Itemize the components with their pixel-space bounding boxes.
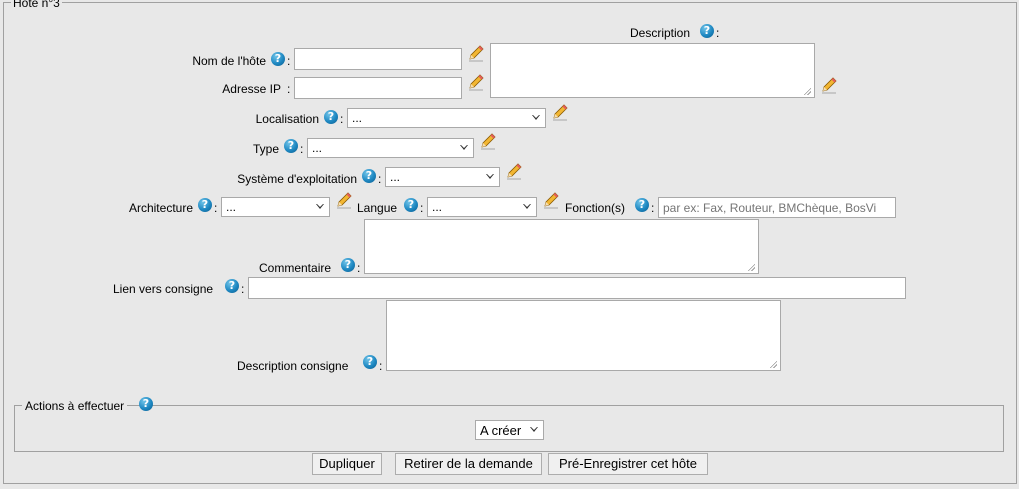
host-legend: Hôte n°3 [11, 0, 62, 10]
instruction-link-input[interactable] [248, 277, 906, 299]
os-colon: : [378, 172, 382, 186]
instruction-link-help-icon[interactable]: ? [225, 279, 239, 293]
description-colon: : [716, 26, 720, 40]
action-selected-value: A créer [480, 423, 522, 438]
hostname-colon: : [287, 54, 291, 68]
resize-grip-icon[interactable] [803, 87, 811, 95]
os-edit-pencil-icon[interactable] [505, 162, 523, 180]
pre-save-button-label: Pré-Enregistrer cet hôte [558, 456, 697, 471]
chevron-down-icon [523, 204, 531, 209]
os-select[interactable]: ... [385, 167, 500, 187]
remove-from-request-button[interactable]: Retirer de la demande [395, 453, 542, 475]
architecture-colon: : [214, 201, 218, 215]
language-select[interactable]: ... [427, 197, 537, 217]
chevron-down-icon [530, 427, 538, 432]
ip-input[interactable] [294, 77, 462, 99]
description-help-icon[interactable]: ? [700, 24, 714, 38]
hostname-help-icon[interactable]: ? [271, 52, 285, 66]
ip-label: Adresse IP [222, 82, 281, 96]
language-help-icon[interactable]: ? [404, 198, 418, 212]
type-colon: : [300, 142, 304, 156]
actions-legend: Actions à effectuer [22, 399, 128, 413]
hostname-edit-pencil-icon[interactable] [467, 44, 485, 62]
functions-help-icon[interactable]: ? [635, 198, 649, 212]
description-textarea[interactable] [490, 43, 815, 98]
architecture-edit-pencil-icon[interactable] [335, 191, 353, 209]
location-label: Localisation [255, 112, 319, 126]
comment-help-icon[interactable]: ? [341, 258, 355, 272]
functions-input[interactable] [658, 197, 896, 218]
architecture-selected-value: ... [226, 200, 237, 214]
comment-colon: : [357, 261, 361, 275]
instruction-desc-colon: : [379, 359, 383, 373]
type-select[interactable]: ... [307, 138, 474, 158]
comment-textarea[interactable] [364, 219, 759, 274]
resize-grip-icon[interactable] [769, 360, 777, 368]
instruction-link-label: Lien vers consigne [113, 282, 214, 296]
functions-colon: : [651, 201, 655, 215]
hostname-input[interactable] [294, 48, 462, 70]
type-selected-value: ... [312, 141, 323, 155]
chevron-down-icon [316, 204, 324, 209]
language-label: Langue [357, 201, 398, 215]
type-help-icon[interactable]: ? [284, 139, 298, 153]
hostname-label: Nom de l'hôte [192, 54, 266, 68]
pre-save-host-button[interactable]: Pré-Enregistrer cet hôte [548, 453, 708, 475]
action-select[interactable]: A créer [475, 420, 544, 440]
resize-grip-icon[interactable] [747, 263, 755, 271]
type-edit-pencil-icon[interactable] [479, 132, 497, 150]
architecture-help-icon[interactable]: ? [198, 198, 212, 212]
type-label: Type [252, 142, 279, 156]
language-selected-value: ... [432, 200, 443, 214]
chevron-down-icon [532, 115, 540, 120]
chevron-down-icon [486, 174, 494, 179]
location-help-icon[interactable]: ? [324, 110, 338, 124]
comment-label: Commentaire [259, 261, 332, 275]
ip-edit-pencil-icon[interactable] [467, 73, 485, 91]
duplicate-button-label: Dupliquer [319, 456, 375, 471]
location-selected-value: ... [352, 111, 363, 125]
architecture-select[interactable]: ... [221, 197, 330, 217]
instruction-desc-help-icon[interactable]: ? [363, 355, 377, 369]
os-label: Système d'exploitation [237, 172, 357, 186]
language-edit-pencil-icon[interactable] [542, 191, 560, 209]
description-label: Description [630, 26, 691, 40]
os-selected-value: ... [390, 170, 401, 184]
instruction-desc-textarea[interactable] [386, 300, 781, 371]
location-colon: : [340, 112, 344, 126]
functions-label: Fonction(s) [565, 201, 626, 215]
duplicate-button[interactable]: Dupliquer [312, 453, 382, 475]
instruction-link-colon: : [241, 282, 245, 296]
os-help-icon[interactable]: ? [362, 169, 376, 183]
description-edit-pencil-icon[interactable] [820, 76, 838, 94]
remove-button-label: Retirer de la demande [404, 456, 533, 471]
location-edit-pencil-icon[interactable] [551, 103, 569, 121]
chevron-down-icon [460, 145, 468, 150]
ip-colon: : [287, 82, 291, 96]
architecture-label: Architecture [128, 201, 193, 215]
language-colon: : [420, 201, 424, 215]
instruction-desc-label: Description consigne [237, 359, 349, 373]
location-select[interactable]: ... [347, 108, 546, 128]
actions-help-icon[interactable]: ? [139, 397, 153, 411]
